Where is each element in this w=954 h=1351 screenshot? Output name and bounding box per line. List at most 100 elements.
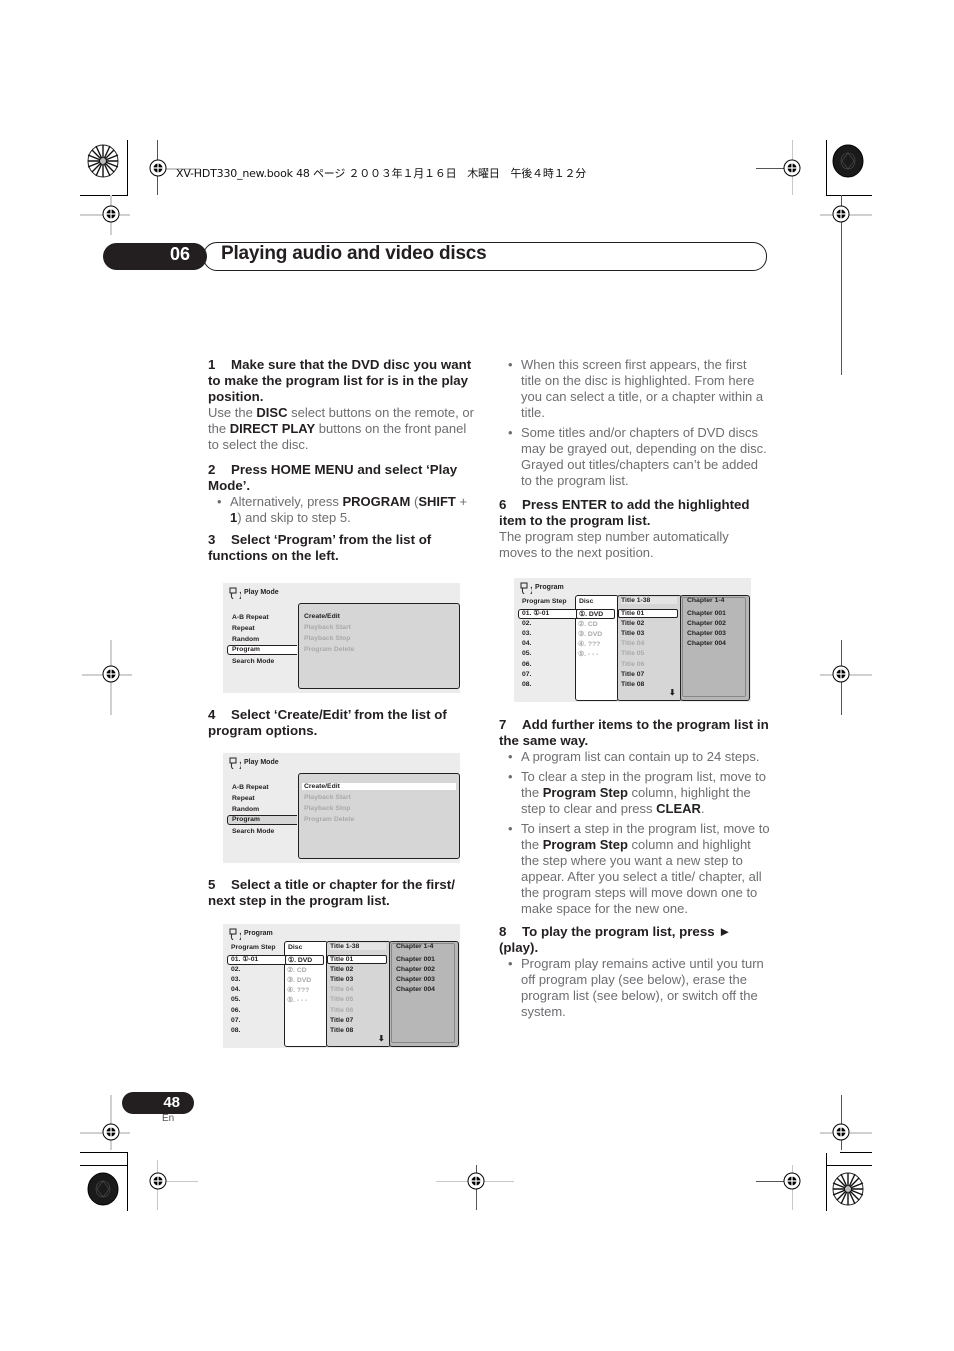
option-create-edit[interactable]: Create/Edit [304, 613, 340, 620]
option-program-delete: Program Delete [304, 646, 355, 653]
text: ) and skip to step 5. [237, 510, 351, 525]
function-ab-repeat[interactable]: A-B Repeat [232, 784, 269, 791]
title-item[interactable]: Title 03 [621, 630, 644, 637]
screen-program: Program Program Step Disc Title 1-38 Chapter… [514, 578, 751, 702]
disc-item[interactable]: ①. DVD [576, 609, 615, 619]
program-step-row[interactable]: 03. [231, 976, 240, 983]
column-name: Program Step [542, 837, 628, 852]
program-step-row[interactable]: 01. ①-01 [227, 955, 287, 965]
title-item[interactable]: Title 04 [621, 640, 644, 647]
chapter-item[interactable]: Chapter 004 [687, 640, 726, 647]
chapter-item[interactable]: Chapter 002 [396, 966, 435, 973]
button-name: CLEAR [656, 801, 701, 816]
chapter-item[interactable]: Chapter 004 [396, 986, 435, 993]
chapter-item[interactable]: Chapter 001 [396, 956, 435, 963]
print-slug: XV-HDT330_new.book 48 ページ ２００３年１月１６日 木曜日… [176, 167, 587, 180]
title-item[interactable]: Title 05 [330, 996, 353, 1003]
disc-item[interactable]: ③. DVD [578, 630, 602, 638]
option-playback-stop: Playback Stop [304, 805, 351, 812]
program-step-row[interactable]: 02. [522, 620, 531, 627]
title-item[interactable]: Title 04 [330, 986, 353, 993]
step-6-heading: 6 Press ENTER to add the highlighted item… [499, 497, 769, 529]
down-arrow-icon[interactable]: ⬇ [378, 1034, 385, 1043]
function-random[interactable]: Random [232, 636, 259, 643]
program-step-row[interactable]: 04. [522, 640, 531, 647]
function-search-mode[interactable]: Search Mode [232, 828, 274, 835]
step-5-bullets: When this screen first appears, the firs… [499, 357, 769, 489]
bullet-item: Program play remains active until you tu… [499, 956, 771, 1020]
title-item[interactable]: Title 02 [621, 620, 644, 627]
title-item[interactable]: Title 08 [621, 681, 644, 688]
function-program[interactable]: Program [227, 645, 297, 655]
step-7-heading: 7 Add further items to the program list i… [499, 717, 771, 749]
program-step-row[interactable]: 06. [231, 1007, 240, 1014]
option-create-edit[interactable]: Create/Edit [302, 783, 456, 790]
program-step-row[interactable]: 08. [231, 1027, 240, 1034]
disc-menu-icon [520, 582, 532, 594]
program-step-row[interactable]: 05. [522, 650, 531, 657]
function-ab-repeat[interactable]: A-B Repeat [232, 614, 269, 621]
disc-item[interactable]: ⑤. - - - [578, 650, 598, 658]
program-step-row[interactable]: 03. [522, 630, 531, 637]
function-random[interactable]: Random [232, 806, 259, 813]
program-step-row[interactable]: 05. [231, 996, 240, 1003]
title-item[interactable]: Title 06 [330, 1007, 353, 1014]
title-item[interactable]: Title 01 [618, 609, 678, 618]
program-step-row[interactable]: 02. [231, 966, 240, 973]
program-step-row[interactable]: 01. ①-01 [518, 609, 578, 619]
crop-line [80, 1152, 128, 1153]
down-arrow-icon[interactable]: ⬇ [669, 688, 676, 697]
chapter-item[interactable]: Chapter 001 [687, 610, 726, 617]
registration-mark-icon [783, 1172, 801, 1190]
bullet-item: To insert a step in the program list, mo… [499, 821, 771, 917]
button-name: PROGRAM [342, 494, 411, 509]
right-column-lower: 7 Add further items to the program list i… [499, 717, 771, 1024]
crop-line [826, 140, 827, 195]
disc-item[interactable]: ③. DVD [287, 976, 311, 984]
title-item[interactable]: Title 07 [330, 1017, 353, 1024]
chapter-title: Playing audio and video discs [221, 243, 487, 264]
registration-mark-icon [149, 159, 167, 177]
options-panel: Create/Edit Playback Start Playback Stop… [298, 603, 460, 689]
chapter-item[interactable]: Chapter 003 [396, 976, 435, 983]
page-number: 48 [163, 1094, 180, 1111]
disc-item[interactable]: ⑤. - - - [287, 996, 307, 1004]
step-text: Select ‘Create/Edit’ from the list of pr… [208, 707, 447, 738]
function-repeat[interactable]: Repeat [232, 795, 255, 802]
title-item[interactable]: Title 08 [330, 1027, 353, 1034]
chapter-item[interactable]: Chapter 002 [687, 620, 726, 627]
option-playback-start: Playback Start [304, 794, 351, 801]
disc-item[interactable]: ②. CD [578, 620, 598, 628]
disc-menu-icon [229, 757, 241, 769]
program-step-row[interactable]: 04. [231, 986, 240, 993]
disc-item[interactable]: ④. ??? [287, 986, 309, 994]
crop-line [840, 1152, 872, 1153]
disc-item[interactable]: ②. CD [287, 966, 307, 974]
function-repeat[interactable]: Repeat [232, 625, 255, 632]
screen-title: Program [535, 584, 564, 591]
title-item[interactable]: Title 03 [330, 976, 353, 983]
registration-mark-icon [832, 1123, 850, 1141]
title-item[interactable]: Title 05 [621, 650, 644, 657]
registration-mark-icon [832, 205, 850, 223]
function-program[interactable]: Program [227, 815, 297, 825]
disc-item[interactable]: ①. DVD [285, 955, 324, 965]
text: . [700, 801, 705, 816]
registration-mark-icon [102, 665, 120, 683]
chapter-item[interactable]: Chapter 003 [687, 630, 726, 637]
function-search-mode[interactable]: Search Mode [232, 658, 274, 665]
program-step-row[interactable]: 07. [522, 671, 531, 678]
disc-item[interactable]: ④. ??? [578, 640, 600, 648]
title-item[interactable]: Title 07 [621, 671, 644, 678]
step-text: Press ENTER to add the highlighted item … [499, 497, 750, 528]
title-item[interactable]: Title 02 [330, 966, 353, 973]
step-number: 6 [499, 497, 507, 512]
program-step-row[interactable]: 06. [522, 661, 531, 668]
step-text: Select a title or chapter for the first/… [208, 877, 455, 908]
crop-line [127, 1153, 128, 1211]
title-item[interactable]: Title 01 [327, 955, 387, 964]
program-step-row[interactable]: 08. [522, 681, 531, 688]
page-language: En [162, 1113, 175, 1124]
program-step-row[interactable]: 07. [231, 1017, 240, 1024]
title-item[interactable]: Title 06 [621, 661, 644, 668]
